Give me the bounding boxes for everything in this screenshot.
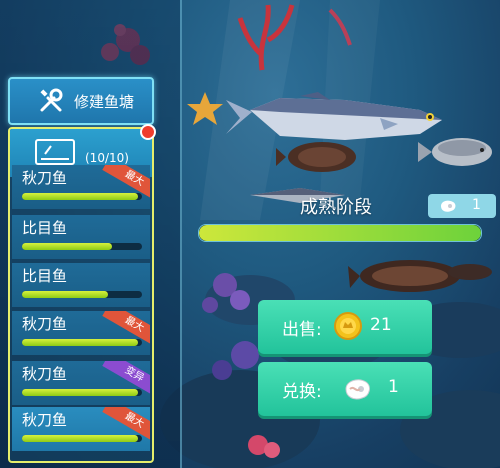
build-pond-label: 修建鱼塘 xyxy=(74,92,135,111)
stage-label: 成熟阶段 xyxy=(300,197,372,218)
stage-badge-value: 1 xyxy=(472,197,481,213)
fish-list-item[interactable]: 比目鱼 xyxy=(12,215,150,259)
fish-name: 比目鱼 xyxy=(22,267,68,285)
growth-bar xyxy=(22,435,142,442)
exchange-label: 兑换: xyxy=(282,382,322,402)
flounder-fish-large xyxy=(348,260,492,292)
coin-icon xyxy=(334,312,362,340)
sell-value: 21 xyxy=(370,315,392,335)
growth-bar-fill xyxy=(22,435,139,442)
game-stage: 修建鱼塘 (10/10) 秋刀鱼 最大 比目鱼 比目鱼 秋刀鱼 最大 秋刀鱼 变异 秋刀鱼 最大 … xyxy=(0,0,500,468)
exchange-value: 1 xyxy=(388,377,399,397)
fish-name: 秋刀鱼 xyxy=(22,315,68,333)
fish-meat-icon xyxy=(438,198,458,214)
fish-name: 秋刀鱼 xyxy=(22,169,68,187)
stage-badge: 1 xyxy=(428,194,496,218)
fish-list-item[interactable]: 秋刀鱼 最大 xyxy=(12,311,150,355)
stage-progress-bar xyxy=(198,224,482,242)
fish-name: 比目鱼 xyxy=(22,219,68,237)
fish-list-item[interactable]: 比目鱼 xyxy=(12,263,150,307)
fish-name: 秋刀鱼 xyxy=(22,411,68,429)
growth-bar xyxy=(22,193,142,200)
growth-bar xyxy=(22,291,142,298)
sell-label: 出售: xyxy=(282,320,322,340)
growth-bar xyxy=(22,243,142,250)
fish-list-item[interactable]: 秋刀鱼 最大 xyxy=(12,165,150,209)
fish-tank-list: (10/10) 秋刀鱼 最大 比目鱼 比目鱼 秋刀鱼 最大 秋刀鱼 变异 秋刀鱼 最大 xyxy=(8,127,154,463)
notification-dot xyxy=(140,124,156,140)
left-panel: 修建鱼塘 (10/10) 秋刀鱼 最大 比目鱼 比目鱼 秋刀鱼 最大 秋刀鱼 变异 秋刀鱼 最大 xyxy=(0,0,182,468)
growth-bar xyxy=(22,389,142,396)
growth-bar-fill xyxy=(22,243,112,250)
growth-bar-fill xyxy=(22,339,139,346)
build-pond-button[interactable]: 修建鱼塘 xyxy=(8,77,154,125)
fish-list-item[interactable]: 秋刀鱼 最大 xyxy=(12,407,150,451)
growth-bar-fill xyxy=(22,193,139,200)
stage-progress-fill xyxy=(199,225,481,241)
tank-count: (10/10) xyxy=(85,151,129,165)
flounder-fish xyxy=(276,142,356,172)
growth-bar-fill xyxy=(22,291,109,298)
growth-bar xyxy=(22,339,142,346)
fish-meat-icon xyxy=(342,375,374,403)
fish-name: 秋刀鱼 xyxy=(22,365,68,383)
growth-bar-fill xyxy=(22,389,139,396)
fish-list-item[interactable]: 秋刀鱼 变异 xyxy=(12,361,150,405)
exchange-button[interactable]: 兑换: 1 xyxy=(258,362,432,416)
sell-button[interactable]: 出售: 21 xyxy=(258,300,432,354)
gray-fish xyxy=(418,138,492,166)
wrench-screwdriver-icon xyxy=(38,88,64,114)
aquarium-tank-icon xyxy=(35,139,75,165)
